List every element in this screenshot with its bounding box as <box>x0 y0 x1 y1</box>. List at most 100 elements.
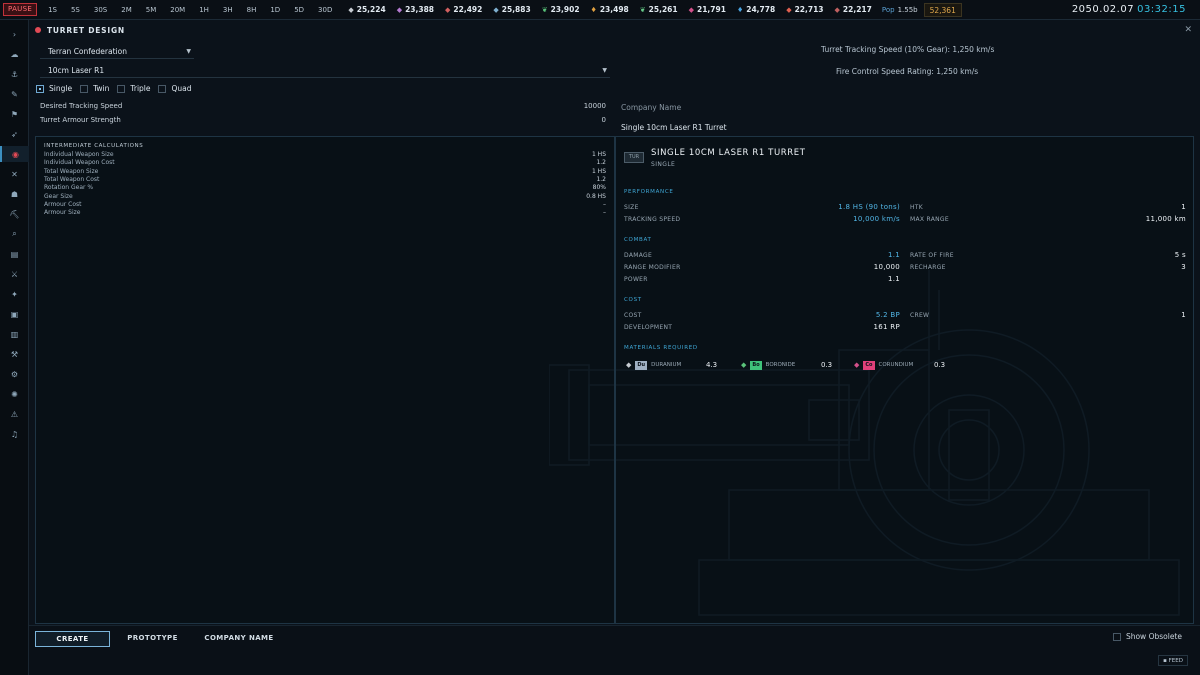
speed-button[interactable]: 30S <box>87 0 114 20</box>
resource-value: 25,224 <box>356 5 386 14</box>
clipboard-icon[interactable]: ▤ <box>0 246 29 262</box>
galaxy-icon[interactable]: ✺ <box>0 386 29 402</box>
calc-row: Total Weapon Cost 1.2 <box>44 176 606 184</box>
calc-row: Gear Size 0.8 HS <box>44 193 606 201</box>
development-value: 161 RP <box>873 323 900 331</box>
mount-option-single[interactable]: Single <box>36 84 72 93</box>
calc-row: Individual Weapon Cost 1.2 <box>44 159 606 167</box>
power-label: POWER <box>624 276 648 283</box>
mineral-icon: ◆ <box>854 361 860 369</box>
close-icon[interactable]: ✕ <box>1184 25 1192 35</box>
feed-button[interactable]: ▪ FEED <box>1158 655 1188 666</box>
speed-button[interactable]: 30D <box>311 0 339 20</box>
resource-item: ◆ 25,224 <box>343 0 391 20</box>
show-obsolete-checkbox[interactable]: Show Obsolete <box>1112 632 1182 641</box>
pickaxe-icon[interactable]: ⛏ <box>0 206 29 222</box>
calc-row: Rotation Gear % 80% <box>44 184 606 192</box>
weapon-select[interactable]: 10cm Laser R1 ▼ <box>40 64 610 78</box>
anchor-icon[interactable]: ⚓ <box>0 66 29 82</box>
swords-icon[interactable]: ⚔ <box>0 266 29 282</box>
calc-label: Total Weapon Size <box>44 167 99 175</box>
pause-button[interactable]: PAUSE <box>3 3 38 16</box>
bottom-bar: CREATE PROTOTYPE COMPANY NAME Show Obsol… <box>29 625 1200 675</box>
flag-icon[interactable]: ⚑ <box>0 106 29 122</box>
speed-button[interactable]: 20M <box>163 0 192 20</box>
range-modifier-label: RANGE MODIFIER <box>624 264 681 271</box>
leaf-icon: ❦ <box>541 5 548 14</box>
resource-item: ◆ 21,791 <box>684 0 732 20</box>
prototype-button[interactable]: PROTOTYPE <box>115 631 190 647</box>
cost-heading: COST <box>624 297 642 303</box>
turret-type-badge: TUR <box>624 152 644 163</box>
telescope-icon[interactable]: ⌕ <box>0 226 29 242</box>
speed-button[interactable]: 1H <box>192 0 216 20</box>
resource-item: ◆ 22,713 <box>781 0 829 20</box>
recharge-value: 3 <box>1181 263 1186 271</box>
music-icon[interactable]: ♫ <box>0 426 29 442</box>
warning-icon[interactable]: ⚠ <box>0 406 29 422</box>
cost-stat: COST 5.2 BP <box>624 311 900 321</box>
speed-button[interactable]: 3H <box>216 0 240 20</box>
game-clock: 2050.02.07 03:32:15 <box>1072 0 1186 20</box>
create-button[interactable]: CREATE <box>35 631 110 647</box>
empire-select[interactable]: Terran Confederation ▼ <box>40 45 194 59</box>
armour-strength-label: Turret Armour Strength <box>40 116 121 124</box>
mount-option-triple[interactable]: Triple <box>117 84 150 93</box>
mount-option-quad[interactable]: Quad <box>158 84 192 93</box>
max-range-stat: MAX RANGE 11,000 km <box>910 215 1186 225</box>
rate-of-fire-stat: RATE OF FIRE 5 s <box>910 251 1186 261</box>
show-obsolete-label: Show Obsolete <box>1125 632 1182 641</box>
box-icon[interactable]: ▣ <box>0 306 29 322</box>
person-icon[interactable]: ☗ <box>0 186 29 202</box>
damage-label: DAMAGE <box>624 252 653 259</box>
material-name: BORONIDE <box>765 362 796 368</box>
speed-button[interactable]: 5D <box>287 0 311 20</box>
calc-value: 80% <box>592 184 606 192</box>
speed-button[interactable]: 1D <box>263 0 287 20</box>
radio-box <box>117 84 126 93</box>
material-item: ◆ Du DURANIUM 4.3 <box>626 359 736 371</box>
expand-icon[interactable]: › <box>0 26 29 42</box>
gear-icon[interactable]: ⚙ <box>0 366 29 382</box>
crew-label: CREW <box>910 312 930 319</box>
calc-value: 1 HS <box>591 167 606 175</box>
resource-value: 25,883 <box>501 5 531 14</box>
mount-option-label: Quad <box>171 84 192 93</box>
resource-value: 23,388 <box>405 5 435 14</box>
speed-button[interactable]: 5M <box>139 0 164 20</box>
material-amount: 4.3 <box>706 361 718 369</box>
htk-label: HTK <box>910 204 924 211</box>
rocket-icon[interactable]: ➶ <box>0 126 29 142</box>
speed-button[interactable]: 1S <box>41 0 64 20</box>
close-x-icon[interactable]: ✕ <box>0 166 29 182</box>
company-name-button[interactable]: COMPANY NAME <box>195 631 283 647</box>
calc-label: Total Weapon Cost <box>44 175 100 183</box>
calc-label: Individual Weapon Size <box>44 151 114 158</box>
calc-row: Total Weapon Size 1 HS <box>44 168 606 176</box>
tag-icon[interactable]: ✦ <box>0 286 29 302</box>
wrench-icon[interactable]: ✎ <box>0 86 29 102</box>
window-title-text: TURRET DESIGN <box>47 25 125 35</box>
resource-list: ◆ 25,224 ◆ 23,388 ◆ 22,492 ◆ 25,883 ❦ 23,902 ♦ 23,4… <box>343 0 878 20</box>
turret-design-icon[interactable]: ◉ <box>0 146 29 162</box>
speed-button[interactable]: 8H <box>240 0 264 20</box>
wealth-badge: 52,361 <box>923 2 962 17</box>
report-icon[interactable]: ▥ <box>0 326 29 342</box>
desired-tracking-input[interactable]: 10000 <box>584 102 606 110</box>
material-item: ◆ Bo BORONIDE 0.3 <box>741 359 851 371</box>
speed-button[interactable]: 2M <box>114 0 139 20</box>
chevron-down-icon: ▼ <box>186 48 191 55</box>
max-range-value: 11,000 km <box>1145 215 1186 223</box>
colony-icon[interactable]: ☁ <box>0 46 29 62</box>
fire-control-info: Fire Control Speed Rating: 1,250 km/s <box>836 67 979 76</box>
calc-label: Armour Cost <box>44 200 82 208</box>
resource-item: ♦ 23,498 <box>586 0 635 20</box>
mount-option-twin[interactable]: Twin <box>80 84 109 93</box>
calc-row: Armour Cost – <box>44 201 606 209</box>
ore-icon: ◆ <box>786 5 792 14</box>
company-name-value[interactable]: Single 10cm Laser R1 Turret <box>621 123 727 132</box>
turret-tracking-info: Turret Tracking Speed (10% Gear): 1,250 … <box>821 45 995 54</box>
tool-icon[interactable]: ⚒ <box>0 346 29 362</box>
speed-button[interactable]: 5S <box>64 0 87 20</box>
armour-strength-input[interactable]: 0 <box>602 116 606 124</box>
